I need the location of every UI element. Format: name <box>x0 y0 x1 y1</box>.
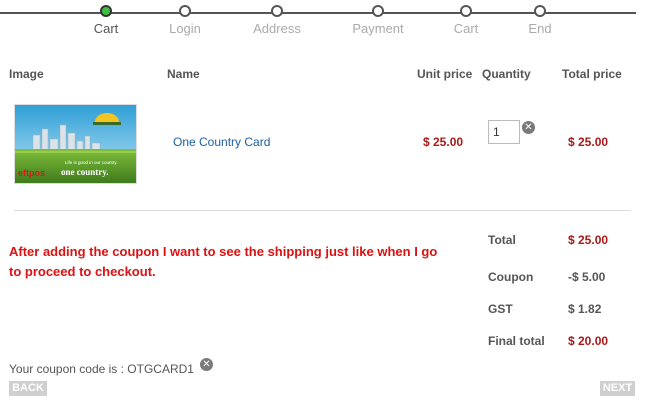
checkout-stepper: Cart Login Address Payment Cart End <box>0 0 646 40</box>
step-dot <box>534 5 546 17</box>
product-image[interactable]: eftpos Life is good in our country. one … <box>14 104 137 184</box>
summary-coupon-value: -$ 5.00 <box>568 270 606 284</box>
step-cart-2: Cart <box>426 5 506 36</box>
quantity-input[interactable] <box>488 120 520 144</box>
back-button[interactable]: BACK <box>9 381 47 396</box>
header-name: Name <box>167 67 200 81</box>
step-label: Payment <box>352 21 404 36</box>
summary-final-value: $ 20.00 <box>568 334 609 348</box>
next-button[interactable]: NEXT <box>600 381 635 396</box>
step-dot <box>372 5 384 17</box>
header-quantity: Quantity <box>482 67 531 81</box>
summary-coupon-label: Coupon <box>488 270 534 284</box>
step-address: Address <box>237 5 317 36</box>
summary-gst-value: $ 1.82 <box>568 302 602 316</box>
step-label: Address <box>253 21 301 36</box>
coupon-code-text: Your coupon code is : OTGCARD1 <box>9 362 194 376</box>
remove-item-icon[interactable]: ✕ <box>522 121 535 134</box>
step-dot <box>179 5 191 17</box>
step-label: End <box>528 21 552 36</box>
step-cart: Cart <box>66 5 146 36</box>
row-total-price: $ 25.00 <box>568 135 609 149</box>
annotation-note: After adding the coupon I want to see th… <box>9 244 438 279</box>
step-end: End <box>500 5 580 36</box>
summary-total-value: $ 25.00 <box>568 233 609 247</box>
step-dot-active <box>100 5 112 17</box>
step-label: Login <box>169 21 201 36</box>
summary-gst-label: GST <box>488 302 513 316</box>
unit-price: $ 25.00 <box>423 135 464 149</box>
header-unit-price: Unit price <box>417 67 473 81</box>
summary-final-label: Final total <box>488 334 545 348</box>
step-login: Login <box>145 5 225 36</box>
svg-text:Life is good in our country.: Life is good in our country. <box>65 160 117 165</box>
divider <box>14 210 631 211</box>
svg-text:eftpos: eftpos <box>18 168 45 178</box>
header-total-price: Total price <box>562 67 622 81</box>
step-label: Cart <box>453 21 479 36</box>
svg-text:one country.: one country. <box>61 167 109 177</box>
header-image: Image <box>9 67 44 81</box>
summary-total-label: Total <box>488 233 516 247</box>
step-payment: Payment <box>338 5 418 36</box>
step-dot <box>460 5 472 17</box>
step-dot <box>271 5 283 17</box>
product-name-link[interactable]: One Country Card <box>173 135 270 149</box>
step-label: Cart <box>93 21 119 36</box>
remove-coupon-icon[interactable]: ✕ <box>200 358 213 371</box>
